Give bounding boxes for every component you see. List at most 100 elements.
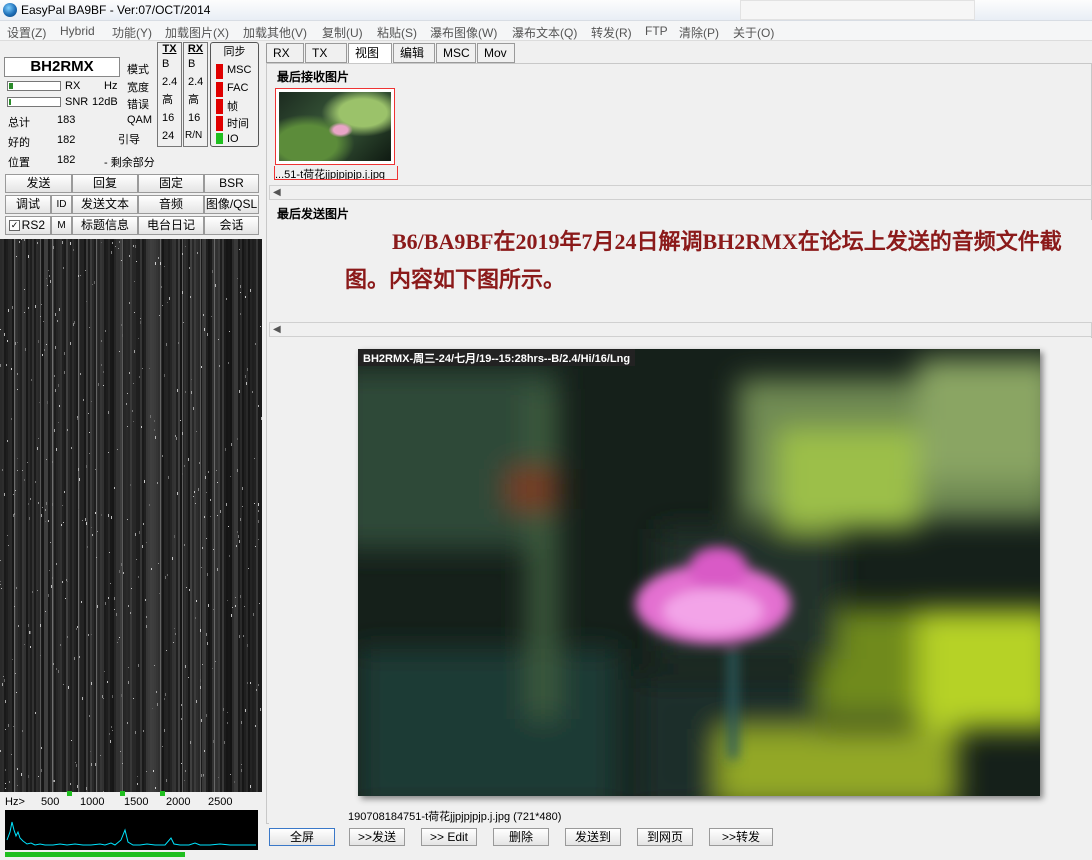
menu-clear[interactable]: 清除(P)	[679, 24, 719, 41]
audio-button[interactable]: 音频	[138, 195, 204, 214]
mode-label: 模式	[127, 64, 149, 76]
chat-button[interactable]: 会话	[204, 216, 259, 235]
send-text-button[interactable]: 发送文本	[72, 195, 138, 214]
rs2-checkbox[interactable]: ✓ RS2	[5, 216, 51, 235]
axis-tick-1500: 1500	[124, 796, 149, 808]
m-button[interactable]: M	[51, 216, 72, 235]
sync-time-label: 时间	[227, 118, 249, 130]
checkbox-check-icon: ✓	[9, 220, 20, 231]
tab-rx[interactable]: RX	[266, 43, 304, 63]
tab-msc[interactable]: MSC	[436, 43, 476, 63]
send-button[interactable]: 发送	[5, 174, 72, 193]
id-button[interactable]: ID	[51, 195, 72, 214]
sync-fac-label: FAC	[227, 82, 249, 94]
image-header: BH2RMX-周三-24/七月/19--15:28hrs--B/2.4/Hi/1…	[358, 349, 636, 366]
io-led-icon	[216, 133, 223, 144]
rx-header: RX	[187, 43, 204, 55]
waterfall-display[interactable]	[0, 239, 262, 792]
station-log-button[interactable]: 电台日记	[138, 216, 204, 235]
menu-waterfall-text[interactable]: 瀑布文本(Q)	[512, 24, 577, 41]
delete-button[interactable]: 删除	[493, 828, 549, 846]
image-qsl-button[interactable]: 图像/QSL	[204, 195, 259, 214]
stat-position-value: 182	[57, 154, 76, 166]
fullscreen-button[interactable]: 全屏	[269, 828, 335, 846]
forward-send-button[interactable]: >>发送	[349, 828, 405, 846]
menu-forward[interactable]: 转发(R)	[591, 24, 632, 41]
rs2-label: RS2	[21, 218, 45, 232]
stat-total-value: 183	[57, 114, 76, 126]
menu-bar: 设置(Z) Hybrid 功能(Y) 加载图片(X) 加载其他(V) 复制(U)…	[0, 21, 1092, 41]
marker-center-icon	[120, 791, 125, 796]
tab-edit[interactable]: 编辑	[393, 43, 435, 63]
tx-error: 高	[162, 94, 173, 106]
received-scrollbar[interactable]: ◀	[269, 185, 1092, 200]
image-caption: 190708184751-t荷花jjpjpjpjp.j.jpg (721*480…	[348, 811, 562, 823]
marker-right-icon	[160, 791, 165, 796]
time-led-icon	[216, 116, 223, 131]
last-received-title: 最后接收图片	[277, 70, 350, 84]
tx-mode: B	[162, 58, 170, 70]
fix-button[interactable]: 固定	[138, 174, 204, 193]
rx-rn-button[interactable]: R/N	[184, 127, 207, 145]
callsign-display: BH2RMX	[4, 57, 120, 77]
tx-header: TX	[162, 43, 177, 55]
rx-qam: 16	[188, 112, 201, 124]
menu-waterfall-image[interactable]: 瀑布图像(W)	[430, 24, 497, 41]
tab-tx[interactable]: TX	[305, 43, 347, 63]
received-filename: ...51-t荷花jjpjpjpjp.j.jpg	[274, 166, 398, 180]
frame-led-icon	[216, 99, 223, 114]
relay-button[interactable]: >>转发	[709, 828, 773, 846]
decoded-image[interactable]: BH2RMX-周三-24/七月/19--15:28hrs--B/2.4/Hi/1…	[358, 349, 1040, 796]
sync-io-label: IO	[227, 133, 239, 145]
tab-view[interactable]: 视图	[348, 43, 392, 64]
fac-led-icon	[216, 82, 223, 97]
menu-hybrid[interactable]: Hybrid	[60, 24, 95, 38]
to-web-button[interactable]: 到网页	[637, 828, 693, 846]
snr-label: SNR	[65, 96, 89, 108]
pilot-label: 引导	[118, 134, 140, 146]
axis-tick-500: 500	[41, 796, 60, 808]
sync-header: 同步	[223, 46, 246, 58]
stat-position-label: 位置	[8, 157, 30, 169]
header-info-button[interactable]: 标题信息	[72, 216, 138, 235]
waterfall-noise	[0, 239, 262, 792]
snr-meter	[7, 97, 61, 107]
remaining-label: - 剩余部分	[104, 157, 155, 169]
msc-led-icon	[216, 64, 223, 79]
rx-width: 2.4	[188, 76, 204, 88]
sync-frame-label: 帧	[227, 101, 238, 113]
axis-tick-1000: 1000	[80, 796, 105, 808]
menu-ftp[interactable]: FTP	[645, 24, 668, 38]
menu-paste[interactable]: 粘贴(S)	[377, 24, 417, 41]
edit-button[interactable]: >> Edit	[421, 828, 477, 846]
menu-copy[interactable]: 复制(U)	[322, 24, 363, 41]
reply-button[interactable]: 回复	[72, 174, 138, 193]
bsr-button[interactable]: BSR	[204, 174, 259, 193]
lotus-image	[358, 349, 1040, 796]
menu-load-image[interactable]: 加载图片(X)	[165, 24, 229, 41]
progress-bar	[5, 852, 185, 857]
axis-hz-label: Hz>	[5, 796, 25, 808]
received-thumbnail[interactable]	[275, 88, 395, 165]
scroll-left-icon[interactable]: ◀	[273, 186, 281, 200]
spectrum-display	[5, 810, 258, 850]
stat-good-label: 好的	[8, 137, 30, 149]
snr-value: 12dB	[92, 96, 118, 108]
tx-width: 2.4	[162, 76, 178, 88]
bottom-toolbar: 全屏 >>发送 >> Edit 删除 发送到 到网页 >>转发	[266, 824, 1092, 860]
received-image	[279, 92, 391, 161]
title-bar: EasyPal BA9BF - Ver:07/OCT/2014	[0, 0, 1092, 21]
width-label: 宽度	[127, 82, 149, 94]
send-to-button[interactable]: 发送到	[565, 828, 621, 846]
tab-mov[interactable]: Mov	[477, 43, 515, 63]
menu-load-other[interactable]: 加载其他(V)	[243, 24, 307, 41]
menu-settings[interactable]: 设置(Z)	[7, 24, 46, 41]
window-title: EasyPal BA9BF - Ver:07/OCT/2014	[21, 3, 211, 17]
tune-button[interactable]: 调试	[5, 195, 51, 214]
scroll-left-icon[interactable]: ◀	[273, 323, 281, 337]
menu-functions[interactable]: 功能(Y)	[112, 24, 152, 41]
sent-scrollbar[interactable]: ◀	[269, 322, 1092, 337]
menu-about[interactable]: 关于(O)	[733, 24, 774, 41]
marker-left-icon	[67, 791, 72, 796]
spectrum-trace	[6, 821, 256, 846]
